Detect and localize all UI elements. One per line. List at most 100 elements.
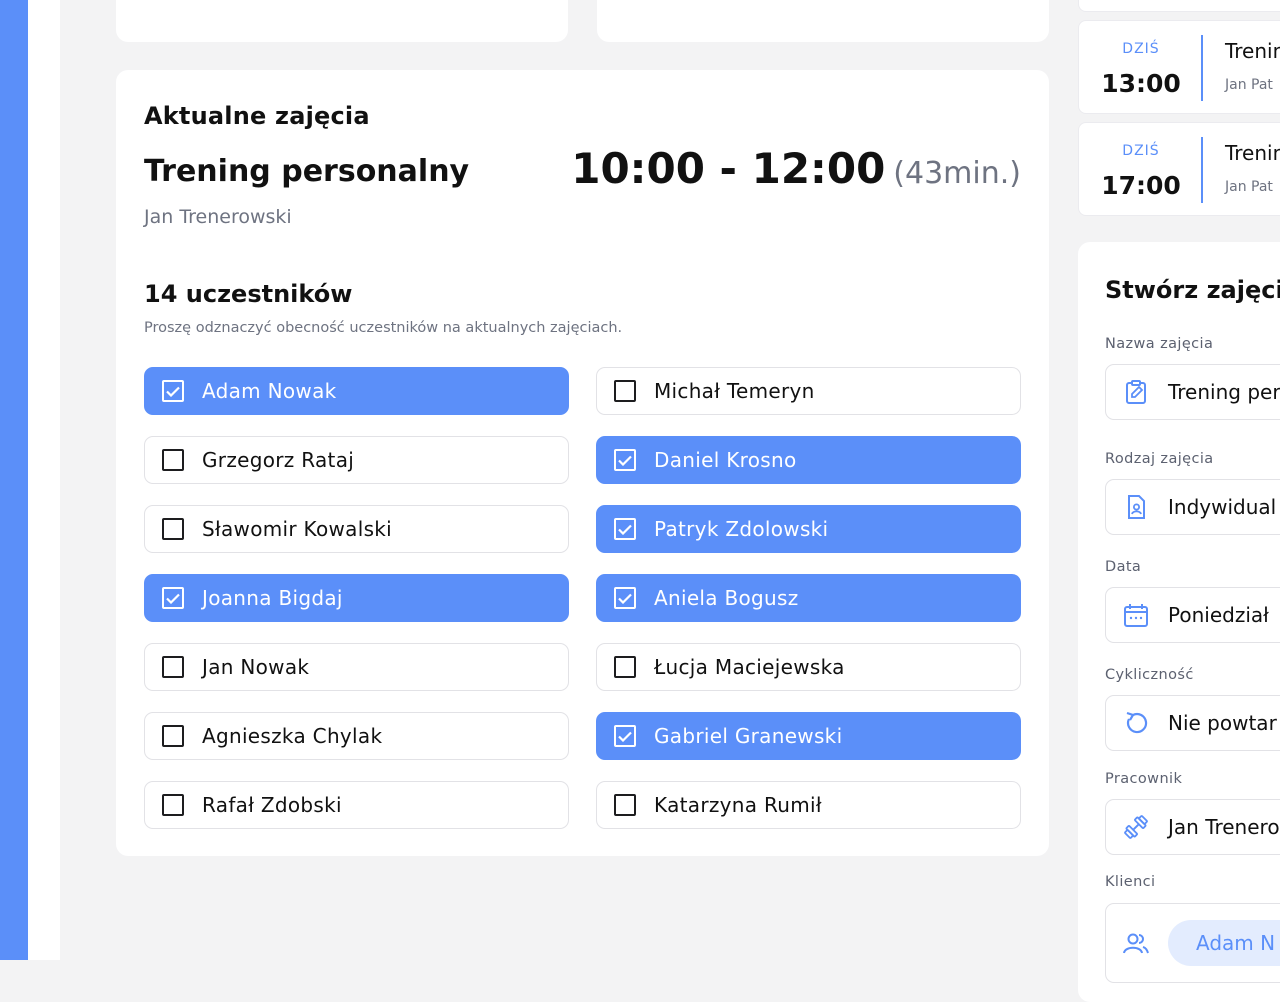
sidebar (0, 0, 28, 960)
divider (1201, 137, 1203, 203)
attendee-name: Michał Temeryn (654, 379, 815, 403)
create-class-title: Stwórz zajęci (1105, 276, 1280, 304)
attendance-item[interactable]: Gabriel Granewski (596, 712, 1021, 760)
class-name-input[interactable]: Trening per (1105, 364, 1280, 420)
current-class-card: Aktualne zajęcia Trening personalny Jan … (116, 70, 1049, 856)
clipboard-edit-icon (1122, 378, 1150, 406)
checkbox[interactable] (614, 449, 636, 471)
attendance-item[interactable]: Adam Nowak (144, 367, 569, 415)
check-icon (166, 386, 180, 397)
attendee-name: Patryk Zdolowski (654, 517, 829, 541)
checkbox[interactable] (614, 725, 636, 747)
check-icon (166, 593, 180, 604)
field-label: Pracownik (1105, 771, 1183, 787)
field-label: Data (1105, 559, 1142, 575)
attendance-item[interactable]: Sławomir Kowalski (144, 505, 569, 553)
checkbox[interactable] (614, 656, 636, 678)
attendance-item[interactable]: Katarzyna Rumił (596, 781, 1021, 829)
field-value: Nie powtar (1168, 711, 1277, 735)
attendee-name: Daniel Krosno (654, 448, 797, 472)
attendee-name: Adam Nowak (202, 379, 337, 403)
checkbox[interactable] (162, 794, 184, 816)
attendance-item[interactable]: Jan Nowak (144, 643, 569, 691)
upcoming-title: Trenin (1225, 141, 1280, 165)
document-user-icon (1122, 493, 1150, 521)
class-time: 10:00 - 12:00 (43min.) (571, 144, 1021, 193)
attendance-item[interactable]: Patryk Zdolowski (596, 505, 1021, 553)
upcoming-class-card[interactable]: DZIŚ 17:00 Trenin Jan Pat (1078, 122, 1280, 216)
field-label: Klienci (1105, 874, 1156, 890)
date-picker[interactable]: Poniedział (1105, 587, 1280, 643)
time-range: 10:00 - 12:00 (571, 144, 886, 193)
attendance-item[interactable]: Aniela Bogusz (596, 574, 1021, 622)
field-label: Rodzaj zajęcia (1105, 451, 1214, 467)
checkbox[interactable] (614, 794, 636, 816)
upcoming-trainer: Jan Pat (1225, 77, 1273, 93)
check-icon (618, 524, 632, 535)
employee-select[interactable]: Jan Trenero (1105, 799, 1280, 855)
checkbox[interactable] (162, 656, 184, 678)
divider (1201, 35, 1203, 101)
calendar-icon (1122, 601, 1150, 629)
class-name: Trening personalny (144, 154, 470, 189)
time-remaining: (43min.) (893, 156, 1021, 191)
attendance-grid: Adam Nowak Michał Temeryn Grzegorz Rataj… (144, 367, 1021, 829)
field-value: Trening per (1168, 380, 1280, 404)
upcoming-class-card[interactable]: DZIŚ 13:00 Trenin Jan Pat (1078, 20, 1280, 114)
trainer-name: Jan Trenerowski (144, 206, 292, 228)
field-value: Indywidual (1168, 495, 1277, 519)
checkbox[interactable] (614, 518, 636, 540)
checkbox[interactable] (162, 725, 184, 747)
check-icon (618, 593, 632, 604)
checkbox[interactable] (162, 380, 184, 402)
participants-count: 14 uczestników (144, 280, 353, 308)
upcoming-hour: 13:00 (1101, 69, 1181, 98)
field-value: Poniedział (1168, 603, 1269, 627)
attendee-name: Sławomir Kowalski (202, 517, 393, 541)
stat-card (597, 0, 1049, 42)
checkbox[interactable] (614, 587, 636, 609)
upcoming-day: DZIŚ (1122, 143, 1160, 159)
dumbbell-icon (1122, 813, 1150, 841)
upcoming-class-card[interactable] (1078, 0, 1280, 12)
field-value: Jan Trenero (1168, 815, 1280, 839)
stat-card (116, 0, 568, 42)
attendee-name: Katarzyna Rumił (654, 793, 822, 817)
checkbox[interactable] (614, 380, 636, 402)
attendance-item[interactable]: Michał Temeryn (596, 367, 1021, 415)
checkbox[interactable] (162, 518, 184, 540)
attendee-name: Grzegorz Rataj (202, 448, 355, 472)
check-icon (618, 731, 632, 742)
attendance-item[interactable]: Daniel Krosno (596, 436, 1021, 484)
attendance-item[interactable]: Łucja Maciejewska (596, 643, 1021, 691)
attendee-name: Agnieszka Chylak (202, 724, 383, 748)
repeat-icon (1122, 709, 1150, 737)
upcoming-title: Trenin (1225, 39, 1280, 63)
attendee-name: Jan Nowak (202, 655, 310, 679)
checkbox[interactable] (162, 449, 184, 471)
recurrence-select[interactable]: Nie powtar (1105, 695, 1280, 751)
upcoming-day: DZIŚ (1122, 41, 1160, 57)
upcoming-hour: 17:00 (1101, 171, 1181, 200)
class-type-select[interactable]: Indywidual (1105, 479, 1280, 535)
attendee-name: Gabriel Granewski (654, 724, 843, 748)
attendee-name: Rafał Zdobski (202, 793, 342, 817)
participants-hint: Proszę odznaczyć obecność uczestników na… (144, 320, 623, 336)
section-title: Aktualne zajęcia (144, 102, 370, 130)
attendee-name: Łucja Maciejewska (654, 655, 845, 679)
upcoming-trainer: Jan Pat (1225, 179, 1273, 195)
create-class-card: Stwórz zajęci Nazwa zajęcia Trening per … (1078, 242, 1280, 1002)
attendee-name: Aniela Bogusz (654, 586, 799, 610)
attendance-item[interactable]: Grzegorz Rataj (144, 436, 569, 484)
client-chip[interactable]: Adam N (1168, 920, 1280, 966)
sidebar-panel (28, 0, 60, 960)
attendance-item[interactable]: Agnieszka Chylak (144, 712, 569, 760)
attendance-item[interactable]: Joanna Bigdaj (144, 574, 569, 622)
field-label: Nazwa zajęcia (1105, 336, 1214, 352)
clients-select[interactable]: Adam N (1105, 903, 1280, 983)
check-icon (618, 455, 632, 466)
field-label: Cykliczność (1105, 667, 1194, 683)
attendance-item[interactable]: Rafał Zdobski (144, 781, 569, 829)
checkbox[interactable] (162, 587, 184, 609)
users-icon (1122, 929, 1150, 957)
